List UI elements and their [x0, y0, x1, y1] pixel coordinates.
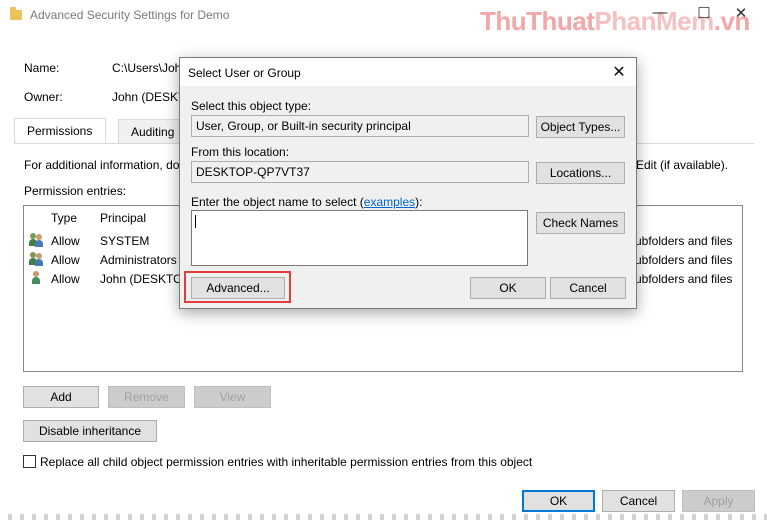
object-type-field: User, Group, or Built-in security princi…: [191, 115, 529, 137]
view-button[interactable]: View: [194, 386, 271, 408]
row-principal: Administrators: [100, 253, 177, 267]
row-principal: SYSTEM: [100, 234, 150, 248]
taskbar-edge: [0, 514, 767, 520]
replace-permissions-checkbox[interactable]: [23, 455, 36, 468]
dialog-titlebar: Select User or Group ✕: [180, 58, 636, 86]
examples-link[interactable]: examples: [364, 195, 415, 209]
location-label: From this location:: [191, 145, 290, 159]
window-title: Advanced Security Settings for Demo: [30, 8, 230, 22]
object-name-input[interactable]: [191, 210, 528, 266]
minimize-button[interactable]: —: [645, 4, 675, 21]
column-header-principal[interactable]: Principal: [100, 211, 146, 225]
group-icon: [29, 252, 43, 266]
row-type: Allow: [51, 234, 80, 248]
additional-info-tail: Edit (if available).: [636, 158, 729, 172]
object-type-label: Select this object type:: [191, 99, 312, 113]
replace-permissions-label[interactable]: Replace all child object permission entr…: [40, 455, 532, 469]
add-button[interactable]: Add: [23, 386, 99, 408]
select-user-or-group-dialog: Select User or Group ✕ Select this objec…: [179, 57, 637, 309]
row-applies-to: ubfolders and files: [635, 253, 733, 267]
disable-inheritance-button[interactable]: Disable inheritance: [23, 420, 157, 442]
row-applies-to: ubfolders and files: [635, 272, 733, 286]
ok-button[interactable]: OK: [522, 490, 595, 512]
permission-entries-label: Permission entries:: [24, 184, 127, 198]
window-titlebar: Advanced Security Settings for Demo ThuT…: [0, 0, 767, 36]
row-principal: John (DESKTOP: [100, 272, 191, 286]
advanced-button[interactable]: Advanced...: [191, 277, 285, 299]
owner-label: Owner:: [24, 90, 63, 104]
tab-permissions[interactable]: Permissions: [14, 118, 106, 143]
column-header-type[interactable]: Type: [51, 211, 77, 225]
dialog-close-icon[interactable]: ✕: [608, 62, 630, 82]
check-names-button[interactable]: Check Names: [536, 212, 625, 234]
window-close-button[interactable]: ✕: [726, 4, 756, 22]
group-icon: [29, 233, 43, 247]
locations-button[interactable]: Locations...: [536, 162, 625, 184]
maximize-button[interactable]: ☐: [689, 4, 719, 22]
row-applies-to: ubfolders and files: [635, 234, 733, 248]
remove-button[interactable]: Remove: [108, 386, 185, 408]
name-label: Name:: [24, 61, 60, 75]
location-field: DESKTOP-QP7VT37: [191, 161, 529, 183]
row-type: Allow: [51, 253, 80, 267]
dialog-title: Select User or Group: [188, 66, 301, 80]
folder-icon: [10, 7, 22, 20]
additional-info-text: For additional information, do: [24, 158, 180, 172]
enter-name-label: Enter the object name to select (example…: [191, 195, 423, 209]
name-value: C:\Users\John: [112, 61, 189, 75]
dialog-cancel-button[interactable]: Cancel: [550, 277, 626, 299]
cancel-button[interactable]: Cancel: [602, 490, 675, 512]
row-type: Allow: [51, 272, 80, 286]
object-types-button[interactable]: Object Types...: [536, 116, 625, 138]
user-icon: [29, 271, 43, 285]
dialog-ok-button[interactable]: OK: [470, 277, 546, 299]
text-caret: [195, 215, 196, 228]
apply-button[interactable]: Apply: [682, 490, 755, 512]
